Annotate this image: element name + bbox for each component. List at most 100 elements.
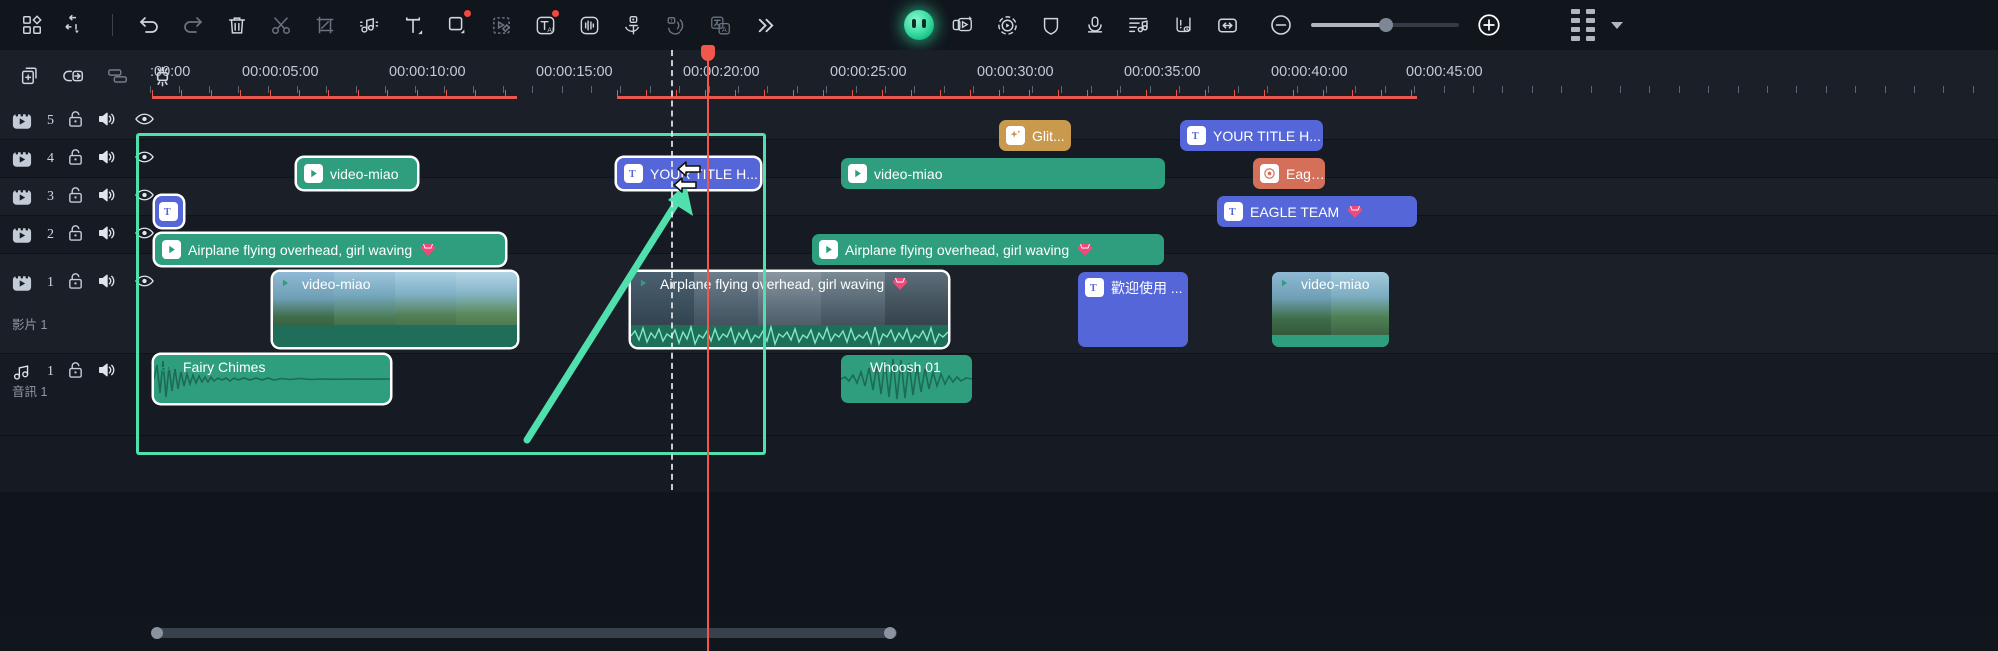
horizontal-scrollbar-track[interactable] bbox=[150, 627, 1998, 639]
playhead-handle[interactable] bbox=[701, 45, 715, 61]
preview-render-icon[interactable] bbox=[985, 6, 1029, 44]
fit-to-screen-icon[interactable] bbox=[1205, 6, 1249, 44]
redo-icon[interactable] bbox=[171, 6, 215, 44]
ruler-tick bbox=[1738, 86, 1739, 93]
ai-assistant-icon[interactable] bbox=[897, 6, 941, 44]
track-lock-icon[interactable] bbox=[67, 110, 84, 133]
video-clip-miao-thumb-2[interactable]: video-miao bbox=[1272, 272, 1389, 347]
title-clip-eagle-team[interactable]: T EAGLE TEAM bbox=[1217, 196, 1417, 227]
track-header-video-4[interactable]: 4 bbox=[0, 140, 154, 178]
delete-icon[interactable] bbox=[215, 6, 259, 44]
marker-icon[interactable] bbox=[1161, 6, 1205, 44]
track-mute-icon[interactable] bbox=[97, 361, 117, 384]
svg-text:A: A bbox=[722, 24, 727, 33]
ruler-tick bbox=[856, 86, 857, 93]
more-chevrons-icon[interactable] bbox=[743, 6, 787, 44]
speech-to-text-icon[interactable] bbox=[611, 6, 655, 44]
range-tick bbox=[999, 90, 1000, 96]
ruler-tick bbox=[1620, 86, 1621, 93]
play-icon bbox=[637, 276, 654, 293]
crop-icon[interactable] bbox=[303, 6, 347, 44]
translate-icon[interactable]: A bbox=[699, 6, 743, 44]
title-clip-welcome[interactable]: T 歡迎使用 ... bbox=[1078, 272, 1188, 347]
track-number: 4 bbox=[47, 151, 54, 166]
video-clip-miao-thumb-1[interactable]: video-miao bbox=[273, 272, 517, 347]
track-mute-icon[interactable] bbox=[97, 110, 117, 133]
horizontal-scrollbar-thumb[interactable] bbox=[157, 628, 897, 638]
track-mute-icon[interactable] bbox=[97, 272, 117, 295]
transition-icon[interactable] bbox=[54, 6, 98, 44]
track-visibility-icon[interactable] bbox=[135, 273, 154, 294]
track-header-video-3[interactable]: 3 bbox=[0, 178, 154, 216]
zoom-slider[interactable] bbox=[1311, 15, 1459, 35]
ruler-tick bbox=[1591, 86, 1592, 93]
track-visibility-icon[interactable] bbox=[135, 111, 154, 132]
track-lock-icon[interactable] bbox=[67, 186, 84, 209]
track-header-video-2[interactable]: 2 bbox=[0, 216, 154, 254]
grid-menu-icon[interactable] bbox=[1571, 9, 1595, 41]
title-clip-small[interactable]: T bbox=[155, 196, 183, 227]
video-clip-airplane-2[interactable]: Airplane flying overhead, girl waving bbox=[812, 234, 1164, 265]
track-lock-icon[interactable] bbox=[67, 361, 84, 384]
track-lock-icon[interactable] bbox=[67, 224, 84, 247]
video-clip-airplane-1[interactable]: Airplane flying overhead, girl waving bbox=[155, 234, 505, 265]
zoom-in-button[interactable] bbox=[1467, 6, 1511, 44]
track-visibility-icon[interactable] bbox=[135, 187, 154, 208]
layout-grid-icon[interactable] bbox=[10, 6, 54, 44]
video-clip-miao-2[interactable]: video-miao bbox=[841, 158, 1165, 189]
track-lock-icon[interactable] bbox=[67, 148, 84, 171]
zoom-slider-knob[interactable] bbox=[1379, 18, 1393, 32]
shield-icon[interactable] bbox=[1029, 6, 1073, 44]
title-clip-your-title-2[interactable]: T YOUR TITLE H... bbox=[1180, 120, 1323, 151]
track-mute-icon[interactable] bbox=[97, 186, 117, 209]
track-lock-icon[interactable] bbox=[67, 272, 84, 295]
ruler-tick bbox=[209, 86, 210, 93]
ai-text-icon[interactable]: AI bbox=[523, 6, 567, 44]
audio-wave-icon[interactable] bbox=[567, 6, 611, 44]
track-mute-icon[interactable] bbox=[97, 148, 117, 171]
zoom-out-button[interactable] bbox=[1259, 6, 1303, 44]
music-list-icon[interactable] bbox=[1117, 6, 1161, 44]
undo-icon[interactable] bbox=[127, 6, 171, 44]
range-tick bbox=[1411, 90, 1412, 96]
track-mute-icon[interactable] bbox=[97, 224, 117, 247]
microphone-icon[interactable] bbox=[1073, 6, 1117, 44]
scrollbar-right-handle[interactable] bbox=[884, 627, 896, 639]
split-scissors-icon[interactable] bbox=[259, 6, 303, 44]
sticker-icon[interactable] bbox=[479, 6, 523, 44]
svg-text:T: T bbox=[670, 17, 673, 22]
ruler-tick bbox=[1355, 86, 1356, 93]
playhead-line[interactable] bbox=[707, 56, 709, 651]
link-clip-icon[interactable] bbox=[52, 57, 96, 95]
ruler-tick bbox=[297, 86, 298, 93]
shape-icon[interactable] bbox=[435, 6, 479, 44]
ruler-label: 00:00:15:00 bbox=[536, 64, 613, 80]
text-icon[interactable] bbox=[391, 6, 435, 44]
range-tick bbox=[970, 90, 971, 96]
video-clip-miao-1[interactable]: video-miao bbox=[297, 158, 417, 189]
track-header-video-1[interactable]: 1 bbox=[0, 254, 154, 312]
add-track-icon[interactable] bbox=[8, 57, 52, 95]
ruler-tick bbox=[1061, 86, 1062, 93]
audio-clip-whoosh[interactable]: Whoosh 01 bbox=[841, 355, 972, 403]
text-to-speech-icon[interactable]: T bbox=[655, 6, 699, 44]
track-header-video-5[interactable]: 5 bbox=[0, 102, 154, 140]
effect-clip-glitch[interactable]: Glit... bbox=[999, 120, 1071, 151]
ruler-tick bbox=[1502, 86, 1503, 93]
chevron-down-icon[interactable] bbox=[1611, 21, 1623, 29]
track-visibility-icon[interactable] bbox=[135, 149, 154, 170]
video-clip-airplane-thumb[interactable]: Airplane flying overhead, girl waving bbox=[631, 272, 948, 347]
clip-header: video-miao bbox=[273, 272, 517, 296]
effect-clip-eagle[interactable]: Eagl... bbox=[1253, 158, 1325, 189]
clip-header: Airplane flying overhead, girl waving bbox=[631, 272, 948, 296]
ruler-tick bbox=[738, 86, 739, 93]
track-visibility-icon[interactable] bbox=[135, 225, 154, 246]
align-icon[interactable] bbox=[96, 57, 140, 95]
audio-clip-fairy-chimes[interactable]: Fairy Chimes bbox=[154, 355, 390, 403]
toolbar-divider bbox=[112, 14, 113, 36]
audio-detach-icon[interactable] bbox=[347, 6, 391, 44]
timeline-ruler[interactable]: :00:00 00:00:05:00 00:00:10:00 00:00:15:00 0… bbox=[150, 50, 1998, 102]
scrollbar-left-handle[interactable] bbox=[151, 627, 163, 639]
ruler-tick bbox=[1473, 86, 1474, 93]
ai-video-icon[interactable] bbox=[941, 6, 985, 44]
